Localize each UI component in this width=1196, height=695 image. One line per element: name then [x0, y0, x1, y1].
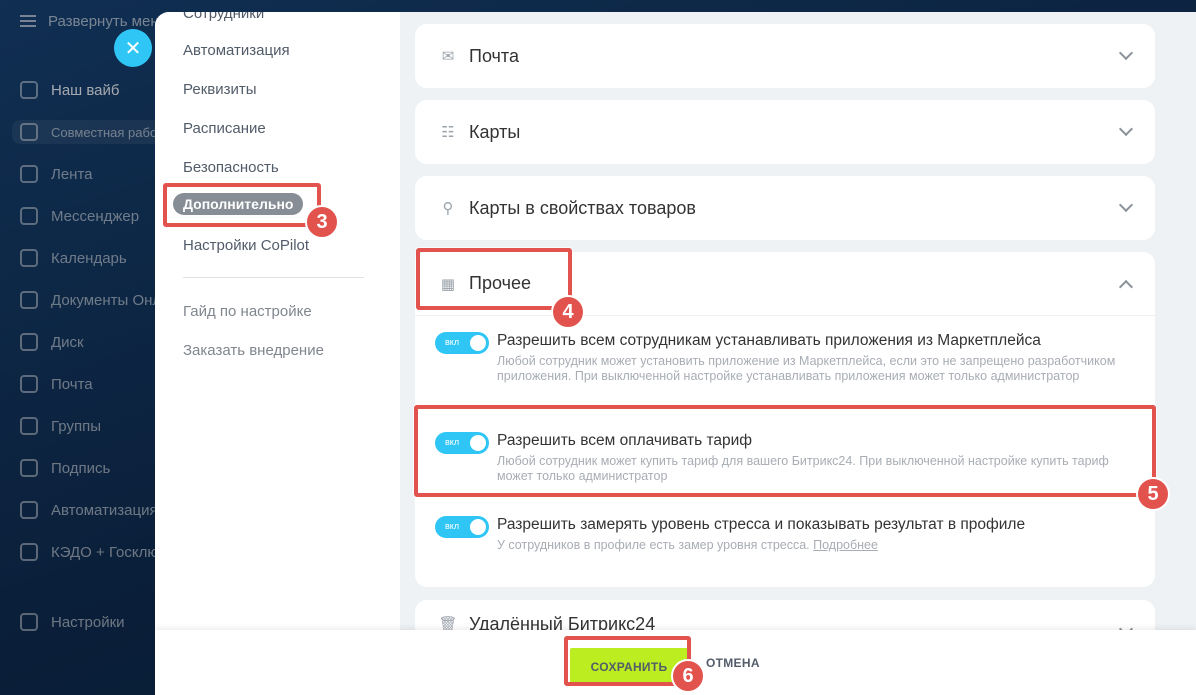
option-description: Любой сотрудник может установить приложе…: [497, 354, 1116, 383]
option-title: Разрешить всем сотрудникам устанавливать…: [497, 332, 1041, 349]
close-icon: ✕: [124, 37, 142, 60]
option-title: Разрешить замерять уровень стресса и пок…: [497, 516, 1026, 533]
section-title: Карты в свойствах товаров: [469, 197, 696, 218]
menu-divider: [183, 277, 364, 278]
toggle-knob: [470, 335, 486, 351]
menu-item-requisites[interactable]: Реквизиты: [183, 81, 257, 98]
option-description-text: У сотрудников в профиле есть замер уровн…: [497, 538, 810, 552]
toggle-label: вкл: [445, 521, 460, 531]
annotation-badge-4: 4: [551, 295, 585, 329]
annotation-badge-5: 5: [1136, 477, 1170, 511]
option-description: У сотрудников в профиле есть замер уровн…: [497, 538, 1137, 553]
link-setup-guide[interactable]: Гайд по настройке: [183, 303, 312, 320]
menu-item-copilot[interactable]: Настройки CoPilot: [183, 237, 309, 254]
menu-item-employees[interactable]: Сотрудники: [183, 12, 264, 22]
annotation-box-5: [414, 405, 1156, 497]
annotation-badge-6: 6: [671, 659, 705, 693]
settings-side-menu: Сотрудники Автоматизация Реквизиты Распи…: [155, 12, 400, 695]
cancel-button[interactable]: ОТМЕНА: [706, 656, 760, 670]
mail-icon: ✉: [441, 48, 455, 65]
toggle-stress[interactable]: вкл: [435, 516, 489, 538]
settings-slider: Сотрудники Автоматизация Реквизиты Распи…: [155, 12, 1196, 695]
section-title: Почта: [469, 45, 519, 66]
menu-item-schedule[interactable]: Расписание: [183, 120, 266, 137]
toggle-marketplace[interactable]: вкл: [435, 332, 489, 354]
toggle-label: вкл: [445, 337, 460, 347]
section-maps[interactable]: ☷ Карты: [415, 100, 1155, 164]
location-pin-icon: ⚲: [442, 200, 454, 217]
section-title: Карты: [469, 121, 521, 142]
link-order-implementation[interactable]: Заказать внедрение: [183, 342, 324, 359]
annotation-box-4: [416, 248, 572, 310]
menu-item-security[interactable]: Безопасность: [183, 159, 279, 176]
annotation-box-3: [163, 183, 321, 227]
close-slider-button[interactable]: ✕: [114, 29, 152, 67]
section-mail[interactable]: ✉ Почта: [415, 24, 1155, 88]
annotation-badge-3: 3: [305, 205, 339, 239]
toggle-knob: [470, 519, 486, 535]
more-link[interactable]: Подробнее: [813, 538, 878, 552]
section-product-maps[interactable]: ⚲ Карты в свойствах товаров: [415, 176, 1155, 240]
menu-item-automation[interactable]: Автоматизация: [183, 42, 290, 59]
map-list-icon: ☷: [441, 124, 455, 141]
